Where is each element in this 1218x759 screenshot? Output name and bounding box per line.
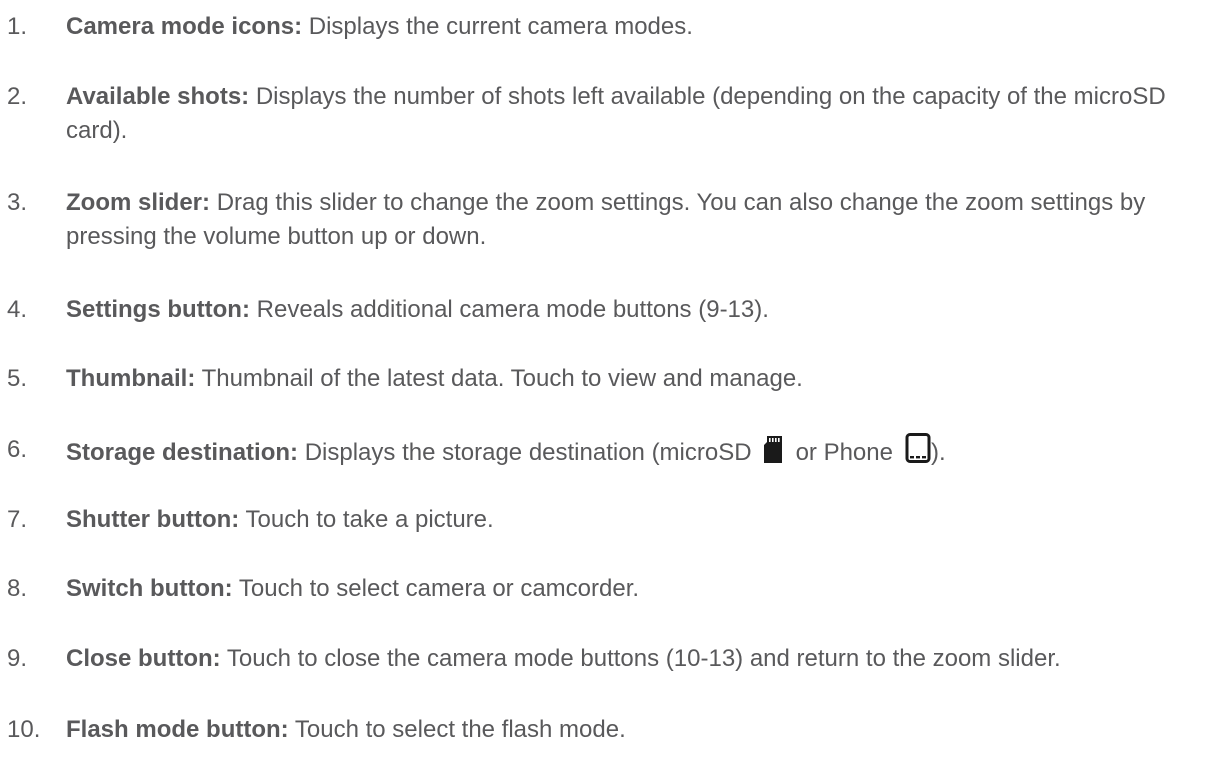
item-text: Switch button: Touch to select camera or… [66,572,1196,606]
phone-icon [905,433,931,473]
item-text: Flash mode button: Touch to select the f… [66,713,1196,747]
item-term: Switch button: [66,575,233,602]
item-text: Available shots: Displays the number of … [66,80,1196,148]
item-description-continued: or Phone [795,439,893,466]
item-number: 5. [7,365,28,392]
item-number: 2. [7,83,28,110]
item-description: Displays the current camera modes. [308,13,693,40]
item-description: Touch to select the flash mode. [294,716,626,743]
item-text: Close button: Touch to close the camera … [66,642,1196,676]
item-term: Thumbnail: [66,365,196,392]
item-term: Zoom slider: [66,189,211,216]
item-description: Thumbnail of the latest data. Touch to v… [201,365,803,392]
item-number: 10. [7,716,41,743]
item-number: 4. [7,296,28,323]
item-description: Drag this slider to change the zoom sett… [66,189,1146,250]
item-number: 9. [7,645,28,672]
microsd-card-icon [763,436,782,473]
item-text: Settings button: Reveals additional came… [66,293,1196,327]
item-text: Thumbnail: Thumbnail of the latest data.… [66,362,1196,396]
item-description: Reveals additional camera mode buttons (… [256,296,769,323]
item-term: Storage destination: [66,439,299,466]
item-text: Zoom slider: Drag this slider to change … [66,186,1196,254]
item-term: Available shots: [66,83,250,110]
document-page: 1. Camera mode icons: Displays the curre… [0,0,1218,759]
item-description: Touch to close the camera mode buttons (… [226,645,1061,672]
item-term: Shutter button: [66,506,240,533]
item-number: 6. [7,436,28,463]
item-number: 8. [7,575,28,602]
item-term: Close button: [66,645,221,672]
item-description-end: ). [930,439,946,466]
item-term: Flash mode button: [66,716,289,743]
item-description: Displays the storage destination (microS… [304,439,752,466]
item-description: Touch to take a picture. [245,506,494,533]
item-number: 7. [7,506,28,533]
item-description: Touch to select camera or camcorder. [238,575,640,602]
item-number: 1. [7,13,28,40]
item-text: Shutter button: Touch to take a picture. [66,503,1196,537]
item-number: 3. [7,189,28,216]
item-term: Settings button: [66,296,250,323]
item-text: Storage destination: Displays the storag… [66,433,1196,473]
item-term: Camera mode icons: [66,13,303,40]
item-text: Camera mode icons: Displays the current … [66,10,1196,44]
